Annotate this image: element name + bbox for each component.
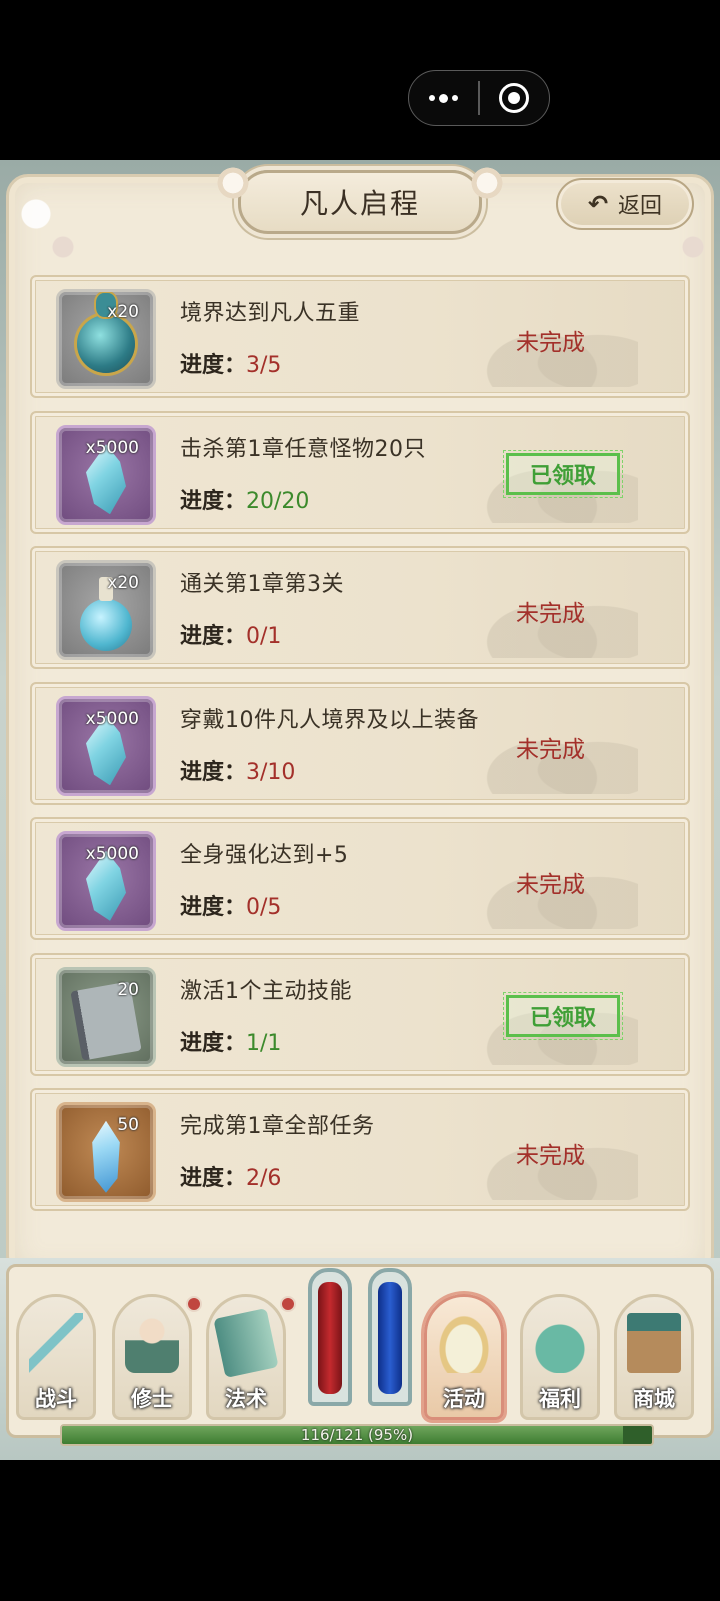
undo-arrow-icon: ↶ xyxy=(587,190,609,218)
nav-item-5[interactable]: 商城 xyxy=(614,1294,694,1420)
panel-title-plate: 凡人启程 xyxy=(215,165,505,234)
treasure-bag-icon xyxy=(533,1313,587,1373)
task-card: x20 境界达到凡人五重 进度：3/5 未完成 xyxy=(30,275,690,398)
progress-value: 1/1 xyxy=(246,1030,282,1056)
task-status: 未完成 xyxy=(516,1143,585,1169)
reward-quantity: x5000 xyxy=(85,844,139,864)
task-card: x5000 全身强化达到+5 进度：0/5 未完成 xyxy=(30,817,690,940)
nav-label: 修士 xyxy=(131,1386,173,1411)
progress-value: 2/6 xyxy=(246,1166,282,1191)
task-progress: 进度：3/5 xyxy=(180,347,281,379)
progress-label: 进度： xyxy=(180,1030,247,1056)
progress-label: 进度： xyxy=(180,624,247,649)
progress-value: 3/5 xyxy=(246,353,282,378)
task-title: 完成第1章全部任务 xyxy=(180,1114,375,1139)
reward-quantity: 50 xyxy=(117,1115,139,1135)
page-title: 凡人启程 xyxy=(299,187,420,220)
task-progress: 进度：3/10 xyxy=(180,754,295,786)
reward-quantity: x20 xyxy=(107,302,139,322)
reward-item[interactable]: x20 xyxy=(56,560,156,660)
reward-item[interactable]: 20 xyxy=(56,966,156,1067)
cultivator-icon xyxy=(125,1313,179,1373)
task-progress: 进度：0/5 xyxy=(180,889,281,921)
task-title: 穿戴10件凡人境界及以上装备 xyxy=(180,707,479,733)
blue-vial-icon xyxy=(368,1268,412,1406)
red-vial-icon xyxy=(308,1268,352,1406)
reward-quantity: x5000 xyxy=(85,437,139,458)
nav-item-3[interactable]: 活动 xyxy=(424,1294,504,1420)
nav-item-1[interactable]: 修士 xyxy=(112,1294,192,1420)
flower-ornament-icon xyxy=(215,165,251,201)
progress-label: 进度： xyxy=(180,759,247,785)
flower-ornament-icon xyxy=(469,165,505,201)
reward-item[interactable]: 50 xyxy=(56,1102,156,1202)
task-status: 未完成 xyxy=(516,872,585,898)
experience-text: 116/121 (95%) xyxy=(300,1426,414,1444)
notification-dot xyxy=(186,1296,202,1312)
progress-label: 进度： xyxy=(180,895,247,920)
claimed-stamp: 已领取 xyxy=(503,991,623,1040)
nav-label: 福利 xyxy=(539,1386,581,1411)
lotus-icon xyxy=(437,1313,491,1373)
progress-value: 3/10 xyxy=(246,759,296,785)
more-menu-button[interactable] xyxy=(409,71,478,125)
nav-label: 活动 xyxy=(443,1386,485,1411)
task-card: x5000 击杀第1章任意怪物20只 进度：20/20 已领取 xyxy=(30,410,690,534)
spellbook-icon xyxy=(213,1308,279,1378)
task-list: x20 境界达到凡人五重 进度：3/5 未完成 x5000 击杀第1章任意怪物2… xyxy=(30,275,690,1224)
reward-item[interactable]: x5000 xyxy=(56,424,156,525)
task-status: 未完成 xyxy=(516,601,585,627)
reward-quantity: 20 xyxy=(117,979,139,1000)
task-title: 击杀第1章任意怪物20只 xyxy=(180,436,426,462)
task-progress: 进度：0/1 xyxy=(180,618,281,650)
reward-item[interactable]: x5000 xyxy=(56,831,156,931)
progress-value: 0/5 xyxy=(246,895,282,920)
close-miniprogram-button[interactable] xyxy=(480,71,549,125)
sword-icon xyxy=(29,1313,83,1373)
reward-item[interactable]: x5000 xyxy=(56,695,156,796)
more-dots-icon xyxy=(429,93,459,103)
notification-dot xyxy=(280,1296,296,1312)
claimed-stamp: 已领取 xyxy=(503,449,623,498)
progress-value: 0/1 xyxy=(246,624,282,649)
shop-stall-icon xyxy=(627,1313,681,1373)
task-progress: 进度：2/6 xyxy=(180,1160,281,1192)
task-title: 全身强化达到+5 xyxy=(180,843,349,868)
hp-mp-vials xyxy=(300,1268,420,1418)
nav-item-4[interactable]: 福利 xyxy=(520,1294,600,1420)
task-title: 境界达到凡人五重 xyxy=(180,301,361,326)
nav-label: 法术 xyxy=(225,1386,267,1411)
target-circle-icon xyxy=(499,83,530,113)
back-button[interactable]: ↶ 返回 xyxy=(556,178,694,230)
nav-item-2[interactable]: 法术 xyxy=(206,1294,286,1420)
gourd-icon xyxy=(77,292,135,373)
task-card: 20 激活1个主动技能 进度：1/1 已领取 xyxy=(30,952,690,1076)
reward-quantity: x5000 xyxy=(85,708,139,729)
nav-label: 商城 xyxy=(633,1386,675,1411)
task-title: 激活1个主动技能 xyxy=(180,978,352,1004)
reward-quantity: x20 xyxy=(107,573,139,593)
task-card: x20 通关第1章第3关 进度：0/1 未完成 xyxy=(30,546,690,669)
task-progress: 进度：1/1 xyxy=(180,1025,281,1057)
experience-bar: 116/121 (95%) xyxy=(60,1424,654,1446)
progress-value: 20/20 xyxy=(246,488,310,514)
task-status: 未完成 xyxy=(516,330,585,356)
task-title: 通关第1章第3关 xyxy=(180,572,344,597)
nav-label: 战斗 xyxy=(35,1386,77,1411)
task-status: 未完成 xyxy=(516,736,585,763)
progress-label: 进度： xyxy=(180,1166,247,1191)
nav-item-0[interactable]: 战斗 xyxy=(16,1294,96,1420)
task-card: x5000 穿戴10件凡人境界及以上装备 进度：3/10 未完成 xyxy=(30,681,690,805)
flower-decoration xyxy=(0,170,90,280)
flask-icon xyxy=(80,576,132,651)
task-progress: 进度：20/20 xyxy=(180,483,309,515)
back-button-label: 返回 xyxy=(618,194,663,219)
miniprogram-capsule xyxy=(408,70,550,126)
reward-item[interactable]: x20 xyxy=(56,289,156,389)
task-card: 50 完成第1章全部任务 进度：2/6 未完成 xyxy=(30,1088,690,1211)
progress-label: 进度： xyxy=(180,353,247,378)
progress-label: 进度： xyxy=(180,488,247,514)
